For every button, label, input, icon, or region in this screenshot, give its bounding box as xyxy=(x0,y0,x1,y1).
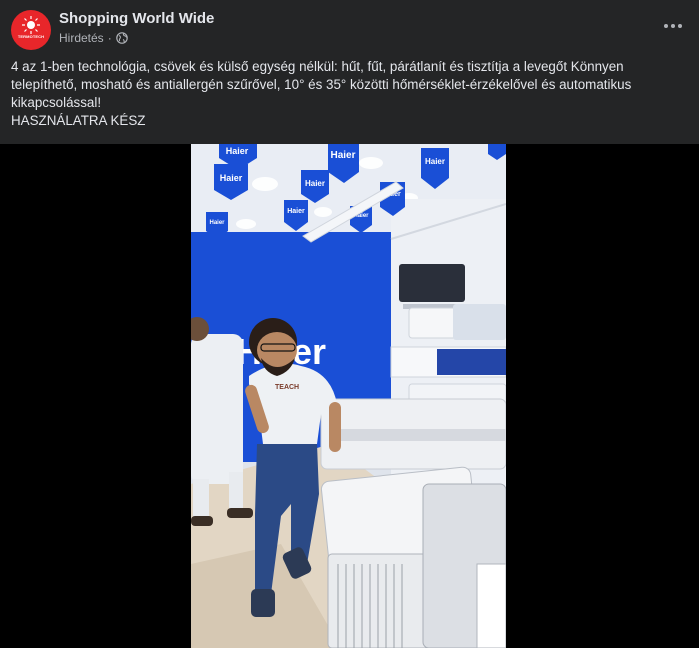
avatar-logo-text: TERMOTECH xyxy=(17,34,45,39)
banner-label: Haier xyxy=(305,179,325,188)
video-player[interactable]: Haier Haier Haier Haier Haier Haier Haie… xyxy=(191,144,506,648)
post-header: TERMOTECH Shopping World Wide Hirdetés · xyxy=(0,0,699,56)
banner-label: Haier xyxy=(330,150,355,161)
separator-dot: · xyxy=(107,31,112,45)
post-message-body: 4 az 1-ben technológia, csövek és külső … xyxy=(11,59,632,110)
sun-logo-icon xyxy=(22,16,40,34)
video-frame: Haier Haier Haier Haier Haier Haier Haie… xyxy=(191,144,506,648)
page-name-link[interactable]: Shopping World Wide xyxy=(59,10,214,27)
post-message: 4 az 1-ben technológia, csövek és külső … xyxy=(11,58,681,130)
shirt-text: TEACH xyxy=(275,384,299,391)
more-dots-icon xyxy=(664,24,682,28)
media-container: Haier Haier Haier Haier Haier Haier Haie… xyxy=(0,144,699,648)
banner-label: Haier xyxy=(220,173,243,183)
post-message-tagline: HASZNÁLATRA KÉSZ xyxy=(11,113,146,128)
banner-label: Haier xyxy=(287,208,305,215)
banner-label: Haier xyxy=(209,220,225,226)
sponsored-row: Hirdetés · xyxy=(59,31,128,45)
globe-icon[interactable] xyxy=(115,32,128,44)
more-options-button[interactable] xyxy=(661,16,685,36)
banner-label: Haier xyxy=(226,146,249,156)
page-avatar[interactable]: TERMOTECH xyxy=(11,10,51,50)
sponsored-label[interactable]: Hirdetés xyxy=(59,31,104,45)
banner-label: Haier xyxy=(425,157,445,166)
